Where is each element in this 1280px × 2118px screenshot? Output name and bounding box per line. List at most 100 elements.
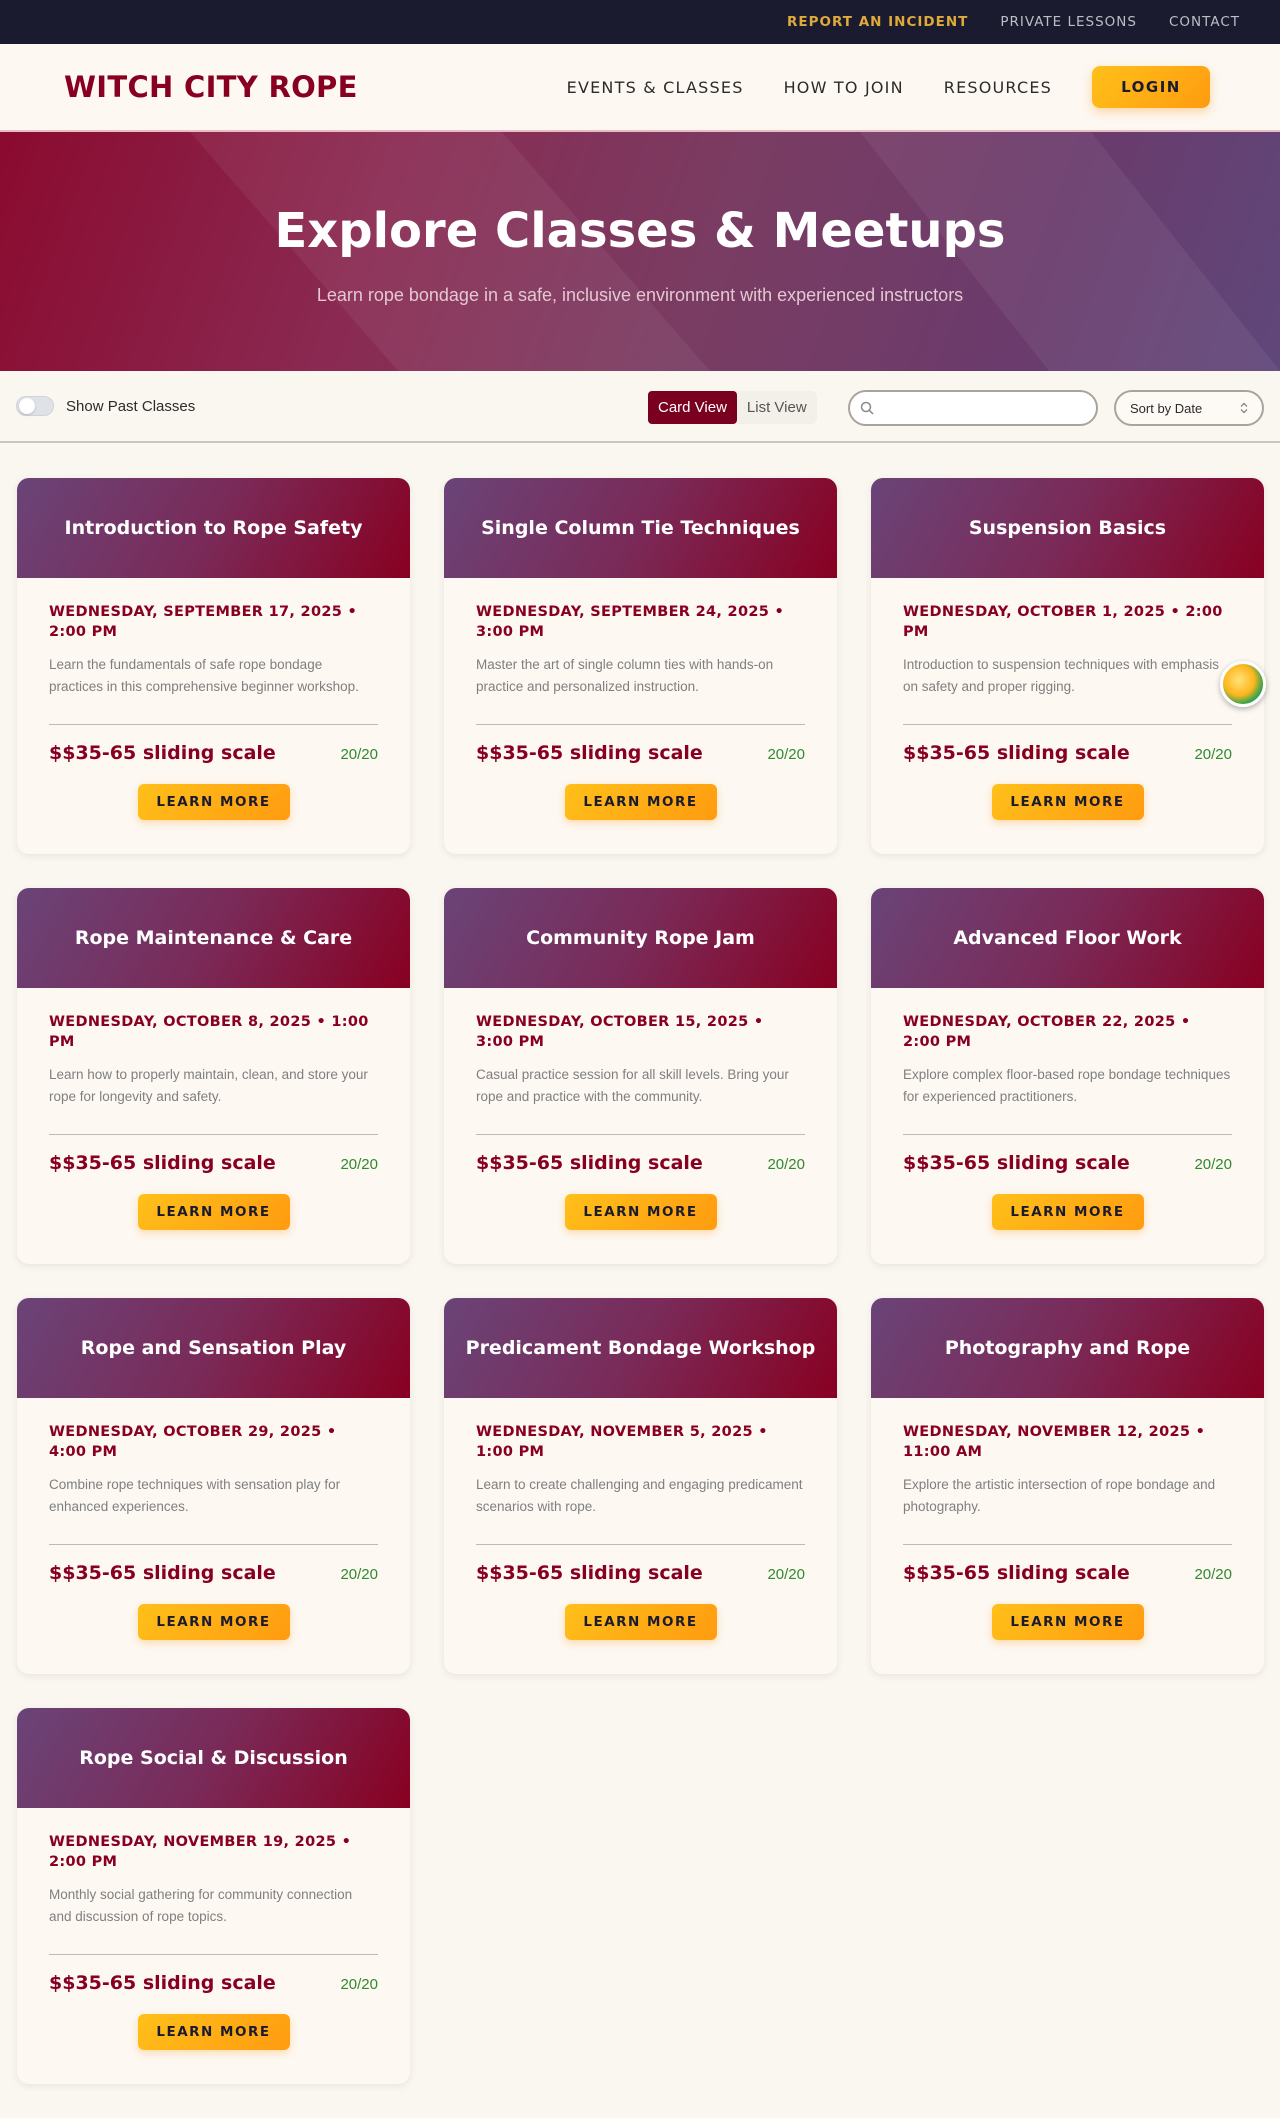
floating-assistant-icon[interactable] [1220,661,1266,707]
learn-more-button[interactable]: LEARN MORE [137,2014,290,2050]
event-date: WEDNESDAY, OCTOBER 1, 2025 • 2:00 PM [903,604,1223,640]
event-date: WEDNESDAY, NOVEMBER 12, 2025 • 11:00 AM [903,1424,1206,1460]
event-capacity: 20/20 [767,1156,805,1173]
event-price: $$35-65 sliding scale [49,1972,276,1994]
contact-link[interactable]: CONTACT [1169,14,1240,30]
event-date: WEDNESDAY, SEPTEMBER 24, 2025 • 3:00 PM [476,604,785,640]
search-box [848,390,1098,426]
event-description: Master the art of single column ties wit… [476,657,774,694]
learn-more-button[interactable]: LEARN MORE [564,784,717,820]
event-card: Introduction to Rope Safety WEDNESDAY, S… [17,478,410,854]
event-description: Monthly social gathering for community c… [49,1887,353,1924]
learn-more-button[interactable]: LEARN MORE [991,1604,1144,1640]
nav-resources[interactable]: RESOURCES [944,78,1052,97]
event-capacity: 20/20 [1194,746,1232,763]
event-card-title[interactable]: Predicament Bondage Workshop [444,1298,837,1398]
show-past-label: Show Past Classes [66,397,196,415]
event-card-body: WEDNESDAY, OCTOBER 8, 2025 • 1:00 PM Lea… [17,988,410,1264]
event-card: Photography and Rope WEDNESDAY, NOVEMBER… [871,1298,1264,1674]
list-view-button[interactable]: List View [737,391,817,424]
event-capacity: 20/20 [767,746,805,763]
page-title: Explore Classes & Meetups [274,203,1006,259]
event-card: Rope and Sensation Play WEDNESDAY, OCTOB… [17,1298,410,1674]
event-date: WEDNESDAY, OCTOBER 8, 2025 • 1:00 PM [49,1014,369,1050]
event-date: WEDNESDAY, NOVEMBER 5, 2025 • 1:00 PM [476,1424,768,1460]
event-price: $$35-65 sliding scale [476,1562,703,1584]
event-price: $$35-65 sliding scale [903,742,1130,764]
event-capacity: 20/20 [340,1566,378,1583]
event-card-title[interactable]: Suspension Basics [871,478,1264,578]
event-capacity: 20/20 [1194,1156,1232,1173]
search-input[interactable] [880,400,1080,416]
event-capacity: 20/20 [340,1976,378,1993]
report-incident-link[interactable]: REPORT AN INCIDENT [787,14,968,30]
chevron-updown-icon [1240,402,1248,414]
event-card-body: WEDNESDAY, NOVEMBER 12, 2025 • 11:00 AM … [871,1398,1264,1674]
event-card-title[interactable]: Introduction to Rope Safety [17,478,410,578]
event-price: $$35-65 sliding scale [49,742,276,764]
event-price: $$35-65 sliding scale [476,1152,703,1174]
toggle-knob [19,398,35,414]
card-view-button[interactable]: Card View [648,391,737,424]
event-capacity: 20/20 [340,746,378,763]
event-card-body: WEDNESDAY, OCTOBER 29, 2025 • 4:00 PM Co… [17,1398,410,1674]
view-switch: Card View List View [648,391,817,424]
event-card-title[interactable]: Photography and Rope [871,1298,1264,1398]
event-card-body: WEDNESDAY, OCTOBER 1, 2025 • 2:00 PM Int… [871,578,1264,854]
event-card: Community Rope Jam WEDNESDAY, OCTOBER 15… [444,888,837,1264]
event-card-title[interactable]: Rope Social & Discussion [17,1708,410,1808]
event-card-title[interactable]: Rope and Sensation Play [17,1298,410,1398]
learn-more-button[interactable]: LEARN MORE [991,1194,1144,1230]
divider [903,1544,1232,1545]
learn-more-button[interactable]: LEARN MORE [991,784,1144,820]
nav-events-classes[interactable]: EVENTS & CLASSES [567,78,744,97]
learn-more-button[interactable]: LEARN MORE [137,1194,290,1230]
event-date: WEDNESDAY, SEPTEMBER 17, 2025 • 2:00 PM [49,604,358,640]
event-capacity: 20/20 [1194,1566,1232,1583]
hero-banner: Explore Classes & Meetups Learn rope bon… [0,132,1280,371]
event-card-title[interactable]: Community Rope Jam [444,888,837,988]
event-date: WEDNESDAY, OCTOBER 29, 2025 • 4:00 PM [49,1424,337,1460]
event-description: Learn to create challenging and engaging… [476,1477,803,1514]
divider [476,724,805,725]
event-card: Rope Social & Discussion WEDNESDAY, NOVE… [17,1708,410,2084]
divider [476,1544,805,1545]
event-card-title[interactable]: Single Column Tie Techniques [444,478,837,578]
show-past-toggle[interactable] [16,396,54,416]
login-button[interactable]: LOGIN [1092,66,1210,108]
learn-more-button[interactable]: LEARN MORE [564,1194,717,1230]
private-lessons-link[interactable]: PRIVATE LESSONS [1000,14,1137,30]
event-card-title[interactable]: Advanced Floor Work [871,888,1264,988]
site-logo[interactable]: WITCH CITY ROPE [64,70,358,104]
search-icon [860,401,874,415]
learn-more-button[interactable]: LEARN MORE [564,1604,717,1640]
event-date: WEDNESDAY, OCTOBER 15, 2025 • 3:00 PM [476,1014,764,1050]
event-price: $$35-65 sliding scale [903,1562,1130,1584]
divider [49,1954,378,1955]
nav-how-to-join[interactable]: HOW TO JOIN [784,78,904,97]
learn-more-button[interactable]: LEARN MORE [137,784,290,820]
event-card-body: WEDNESDAY, OCTOBER 22, 2025 • 2:00 PM Ex… [871,988,1264,1264]
event-description: Learn the fundamentals of safe rope bond… [49,657,359,694]
utility-bar: REPORT AN INCIDENT PRIVATE LESSONS CONTA… [0,0,1280,44]
main-header: WITCH CITY ROPE EVENTS & CLASSES HOW TO … [0,44,1280,132]
event-card-title[interactable]: Rope Maintenance & Care [17,888,410,988]
filter-bar: Show Past Classes Card View List View So… [0,371,1280,443]
divider [903,1134,1232,1135]
sort-select[interactable]: Sort by Date [1114,390,1264,426]
event-card: Rope Maintenance & Care WEDNESDAY, OCTOB… [17,888,410,1264]
divider [49,1134,378,1135]
event-card-body: WEDNESDAY, OCTOBER 15, 2025 • 3:00 PM Ca… [444,988,837,1264]
event-grid: Introduction to Rope Safety WEDNESDAY, S… [17,478,1264,2084]
event-date: WEDNESDAY, OCTOBER 22, 2025 • 2:00 PM [903,1014,1191,1050]
event-price: $$35-65 sliding scale [476,742,703,764]
event-description: Explore complex floor-based rope bondage… [903,1067,1231,1104]
event-capacity: 20/20 [340,1156,378,1173]
learn-more-button[interactable]: LEARN MORE [137,1604,290,1640]
event-date: WEDNESDAY, NOVEMBER 19, 2025 • 2:00 PM [49,1834,352,1870]
event-description: Explore the artistic intersection of rop… [903,1477,1216,1514]
event-card-body: WEDNESDAY, SEPTEMBER 17, 2025 • 2:00 PM … [17,578,410,854]
page-subtitle: Learn rope bondage in a safe, inclusive … [316,285,964,305]
divider [903,724,1232,725]
event-price: $$35-65 sliding scale [49,1562,276,1584]
